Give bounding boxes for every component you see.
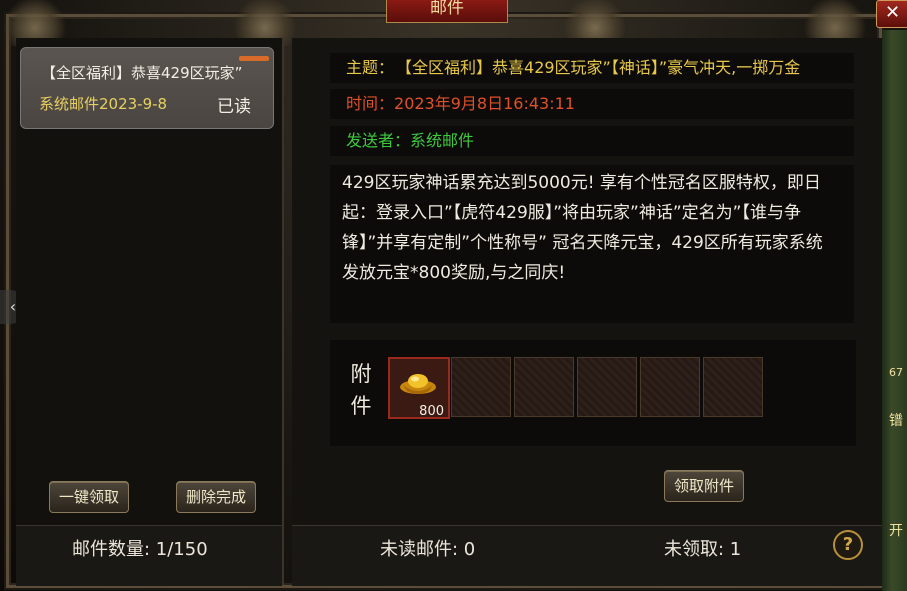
attachment-slot-empty <box>640 357 700 417</box>
claim-all-button[interactable]: 一键领取 <box>49 481 129 513</box>
subject-value: 【全区福利】恭喜429区玩家”【神话】”豪气冲天,一掷万金 <box>404 58 801 77</box>
mail-item-subject: 【全区福利】恭喜429区玩家” <box>41 64 243 82</box>
sender-row: 发送者：系统邮件 <box>330 126 854 156</box>
side-strip-text: 镨 <box>889 413 903 429</box>
help-icon[interactable]: ? <box>833 530 863 560</box>
attachment-slot-empty <box>451 357 511 417</box>
mail-body-text: 429区玩家神话累充达到5000元! 享有个性冠名区服特权，即日起：登录入口”【… <box>342 173 823 283</box>
side-strip-text: 开 <box>889 523 903 539</box>
sender-label: 发送者： <box>346 131 411 150</box>
attachment-slot-empty <box>703 357 763 417</box>
attachment-slot-empty <box>514 357 574 417</box>
sender-value: 系统邮件 <box>410 131 475 150</box>
unread-count: 未读邮件: 0 <box>380 539 476 560</box>
mail-list-item[interactable]: 【全区福利】恭喜429区玩家” 系统邮件2023-9-8 已读 <box>20 47 274 129</box>
unclaimed-count: 未领取: 1 <box>664 539 742 560</box>
subject-label: 主题： <box>346 58 395 77</box>
window-title: 邮件 <box>386 0 508 23</box>
attachment-label: 附件 <box>350 362 372 418</box>
claim-attachment-button[interactable]: 领取附件 <box>664 470 744 502</box>
subject-row: 主题： 【全区福利】恭喜429区玩家”【神话】”豪气冲天,一掷万金 <box>330 53 854 83</box>
gold-ingot-icon <box>400 374 436 394</box>
mail-item-status: 已读 <box>217 97 251 117</box>
attachment-slot-empty <box>577 357 637 417</box>
time-label: 时间： <box>346 94 395 113</box>
time-row: 时间：2023年9月8日16:43:11 <box>330 89 854 119</box>
close-button[interactable]: ✕ <box>876 0 907 28</box>
mail-item-sender: 系统邮件2023-9-8 <box>39 95 168 113</box>
attachment-quantity: 800 <box>419 404 444 419</box>
side-strip-text: 67 <box>889 366 903 379</box>
item-highlight-bar <box>239 56 269 61</box>
time-value: 2023年9月8日16:43:11 <box>394 94 575 113</box>
mail-count: 邮件数量: 1/150 <box>72 539 208 560</box>
attachment-slot[interactable]: 800 <box>388 357 450 419</box>
side-strip <box>882 30 907 591</box>
delete-done-button[interactable]: 删除完成 <box>176 481 256 513</box>
